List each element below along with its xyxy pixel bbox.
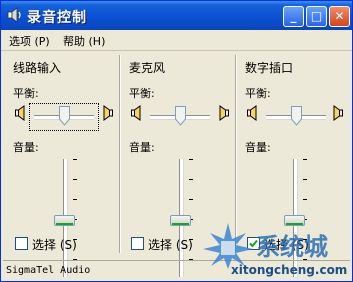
- balance-label: 平衡:: [13, 87, 39, 100]
- maximize-icon: □: [310, 9, 323, 23]
- select-checkbox[interactable]: [15, 237, 28, 250]
- volume-slider-thumb[interactable]: [170, 215, 191, 226]
- right-speaker-icon: [103, 105, 113, 121]
- window-title: 录音控制: [27, 10, 87, 26]
- volume-slider-thumb[interactable]: [54, 215, 75, 226]
- menu-help[interactable]: 帮助 (H): [63, 33, 105, 49]
- select-checkbox[interactable]: [131, 237, 144, 250]
- tick: [303, 159, 307, 160]
- recording-control-window: 录音控制 _ □ ✕ 选项 (P) 帮助 (H) 线路输入 平衡: 音量: 选择…: [0, 0, 353, 282]
- maximize-button[interactable]: □: [306, 6, 327, 27]
- channel-title: 数字插口: [245, 61, 294, 75]
- tick: [73, 179, 77, 180]
- tick: [73, 159, 77, 160]
- select-label[interactable]: 选择 (S): [32, 236, 77, 253]
- volume-slider-thumb[interactable]: [284, 215, 305, 226]
- left-speaker-icon: [131, 105, 141, 121]
- right-speaker-icon: [219, 105, 229, 121]
- tick: [303, 199, 307, 200]
- volume-label: 音量:: [13, 141, 39, 154]
- tick: [303, 179, 307, 180]
- left-speaker-icon: [247, 105, 257, 121]
- volume-label: 音量:: [129, 141, 155, 154]
- balance-slider-thumb[interactable]: [291, 106, 302, 126]
- menu-bar: 选项 (P) 帮助 (H): [1, 30, 352, 51]
- balance-slider-thumb[interactable]: [59, 106, 70, 126]
- tick: [189, 179, 193, 180]
- channel-title: 麦克风: [129, 61, 166, 75]
- minimize-button[interactable]: _: [283, 6, 304, 27]
- left-speaker-icon: [15, 105, 25, 121]
- tick: [189, 159, 193, 160]
- channel-line-in: 线路输入 平衡: 音量: 选择 (S): [1, 51, 115, 277]
- balance-label: 平衡:: [129, 87, 155, 100]
- watermark-text: 系统城: [256, 233, 328, 261]
- volume-label: 音量:: [245, 141, 271, 154]
- title-bar[interactable]: 录音控制 _ □ ✕: [1, 1, 352, 30]
- right-speaker-icon: [333, 105, 343, 121]
- minimize-icon: _: [290, 9, 297, 23]
- balance-slider-thumb[interactable]: [175, 106, 186, 126]
- close-icon: ✕: [334, 9, 345, 23]
- close-button[interactable]: ✕: [329, 6, 350, 27]
- watermark-url: xitongcheng.com: [231, 263, 348, 277]
- menu-options[interactable]: 选项 (P): [9, 33, 50, 49]
- select-label[interactable]: 选择 (S): [148, 236, 193, 253]
- channel-title: 线路输入: [13, 61, 62, 75]
- tick: [73, 199, 77, 200]
- speaker-app-icon: [7, 7, 21, 23]
- tick: [189, 199, 193, 200]
- balance-label: 平衡:: [245, 87, 271, 100]
